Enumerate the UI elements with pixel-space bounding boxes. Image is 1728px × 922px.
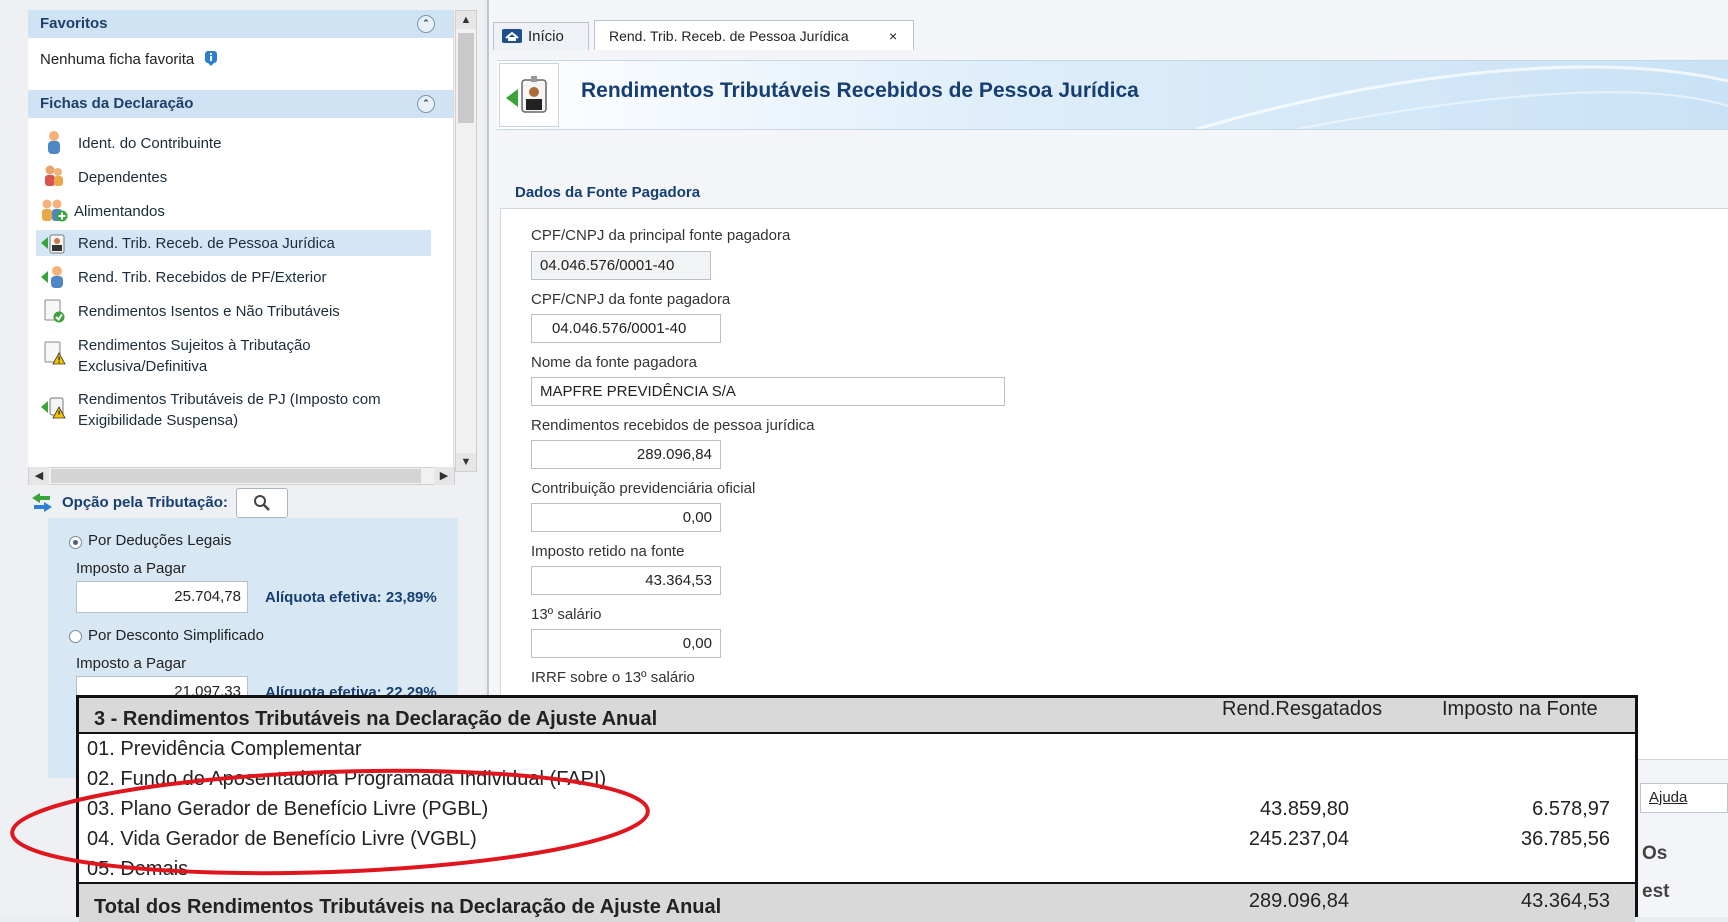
swap-arrows-icon	[32, 493, 52, 512]
favorites-title: Favoritos	[40, 15, 108, 32]
sidebar-item-exigibilidade[interactable]: Rendimentos Tributáveis de PJ (Imposto c…	[40, 386, 453, 432]
sidebar-item-dependentes[interactable]: Dependentes	[40, 164, 453, 190]
row-rend-value: 245.237,04	[1248, 828, 1349, 850]
info-icon	[205, 51, 218, 66]
sidebar-item-label: Rendimentos Isentos e Não Tributáveis	[78, 303, 340, 320]
sidebar-item-label: Rend. Trib. Recebidos de PF/Exterior	[78, 269, 327, 286]
imposto-pagar-label: Imposto a Pagar	[76, 560, 187, 577]
fichas-title: Fichas da Declaração	[40, 95, 194, 112]
imposto-field[interactable]: 43.364,53	[531, 566, 721, 595]
page-icon	[499, 63, 559, 127]
sidebar-item-label: Dependentes	[78, 169, 168, 186]
sidebar-item-rend-pf[interactable]: Rend. Trib. Recebidos de PF/Exterior	[40, 264, 453, 290]
highlight-ellipse	[10, 768, 650, 876]
tab-rend-pj[interactable]: Rend. Trib. Receb. de Pessoa Jurídica ×	[594, 20, 914, 50]
search-button[interactable]	[236, 488, 288, 518]
imposto-pagar-deducoes: 25.704,78	[76, 581, 248, 613]
cnpj-label: CPF/CNPJ da fonte pagadora	[531, 291, 731, 308]
sidebar-item-contribuinte[interactable]: Ident. do Contribuinte	[40, 130, 453, 156]
row-imposto-value: 36.785,56	[1521, 828, 1610, 850]
option-title: Opção pela Tributação:	[62, 494, 228, 511]
tab-label: Rend. Trib. Receb. de Pessoa Jurídica	[609, 28, 849, 44]
sidebar-item-label: Rendimentos Tributáveis de PJ (Imposto c…	[78, 391, 381, 429]
sidebar-item-exclusiva[interactable]: Rendimentos Sujeitos à Tributação Exclus…	[40, 332, 453, 378]
sidebar-item-alimentandos[interactable]: Alimentandos	[40, 198, 453, 224]
collapse-icon[interactable]: ⌃	[417, 95, 435, 113]
favorites-header[interactable]: Favoritos ⌃	[28, 10, 453, 38]
sidebar-item-isentos[interactable]: Rendimentos Isentos e Não Tributáveis	[40, 298, 453, 324]
simplificado-label: Por Desconto Simplificado	[88, 627, 264, 644]
payer-warning-icon	[41, 397, 66, 419]
row-rend-value: 43.859,80	[1260, 798, 1349, 820]
person-icon	[48, 131, 60, 154]
tab-inicio[interactable]: Início	[493, 22, 589, 50]
magnifier-icon	[254, 495, 270, 511]
radio-simplificado[interactable]	[69, 630, 82, 643]
scroll-up-icon[interactable]: ▲	[456, 11, 476, 29]
payer-form: CPF/CNPJ da principal fonte pagadora 04.…	[500, 208, 1728, 760]
help-label: Ajuda	[1649, 789, 1688, 806]
col-imposto-fonte: Imposto na Fonte	[1442, 698, 1598, 720]
sidebar-item-rend-pj[interactable]: Rend. Trib. Receb. de Pessoa Jurídica	[36, 230, 431, 256]
home-icon	[502, 29, 522, 43]
cnpj-field[interactable]: 04.046.576/0001-40	[531, 314, 721, 343]
irrf13-label: IRRF sobre o 13º salário	[531, 669, 695, 686]
document-check-icon	[44, 299, 65, 323]
payer-badge-icon	[506, 76, 547, 113]
sidebar-vertical-scrollbar[interactable]: ▲ ▼	[455, 10, 477, 472]
total-label: Total dos Rendimentos Tributáveis na Dec…	[94, 896, 722, 918]
scroll-right-icon[interactable]: ▶	[434, 467, 454, 485]
aliquota-deducoes: Alíquota efetiva: 23,89%	[265, 589, 437, 606]
tab-label: Início	[528, 28, 564, 45]
people-add-icon	[42, 199, 68, 222]
imposto-pagar-label: Imposto a Pagar	[76, 655, 187, 672]
table-title: 3 - Rendimentos Tributáveis na Declaraçã…	[94, 708, 658, 730]
page-title: Rendimentos Tributáveis Recebidos de Pes…	[581, 79, 1139, 102]
rendimentos-field[interactable]: 289.096,84	[531, 440, 721, 469]
rendimentos-label: Rendimentos recebidos de pessoa jurídica	[531, 417, 815, 434]
imposto-label: Imposto retido na fonte	[531, 543, 685, 560]
salario13-field[interactable]: 0,00	[531, 629, 721, 658]
document-warning-icon	[44, 341, 66, 365]
payer-badge-icon	[41, 234, 65, 254]
fichas-header[interactable]: Fichas da Declaração ⌃	[28, 90, 453, 118]
sidebar-item-label: Rendimentos Sujeitos à Tributação Exclus…	[78, 337, 311, 375]
sidebar-horizontal-scrollbar[interactable]: ◀ ▶	[28, 467, 455, 485]
favorites-empty-text: Nenhuma ficha favorita	[40, 51, 195, 68]
nome-field[interactable]: MAPFRE PREVIDÊNCIA S/A	[531, 377, 1005, 406]
side-text-1: Os	[1642, 843, 1668, 864]
collapse-icon[interactable]: ⌃	[417, 15, 435, 33]
total-imposto-value: 43.364,53	[1521, 890, 1610, 912]
section-title: Dados da Fonte Pagadora	[515, 184, 701, 201]
page-banner: Rendimentos Tributáveis Recebidos de Pes…	[497, 60, 1728, 130]
salario13-label: 13º salário	[531, 606, 602, 623]
scroll-thumb[interactable]	[51, 469, 421, 483]
favorites-empty: Nenhuma ficha favorita	[40, 50, 218, 68]
col-rend-resgatados: Rend.Resgatados	[1222, 698, 1383, 720]
row-imposto-value: 6.578,97	[1532, 798, 1610, 820]
sidebar-item-label: Rend. Trib. Receb. de Pessoa Jurídica	[78, 235, 335, 252]
scroll-down-icon[interactable]: ▼	[456, 453, 476, 471]
nome-label: Nome da fonte pagadora	[531, 354, 697, 371]
sidebar-scroll-area: Favoritos ⌃ Nenhuma ficha favorita Ficha…	[28, 10, 454, 470]
total-rend-value: 289.096,84	[1248, 890, 1349, 912]
close-icon[interactable]: ×	[889, 22, 897, 50]
family-icon	[45, 165, 63, 186]
contribuicao-label: Contribuição previdenciária oficial	[531, 480, 756, 497]
principal-cnpj-field: 04.046.576/0001-40	[531, 251, 711, 280]
principal-cnpj-label: CPF/CNPJ da principal fonte pagadora	[531, 227, 791, 244]
radio-deducoes[interactable]	[69, 536, 82, 549]
payer-person-icon	[41, 266, 63, 288]
help-button[interactable]: Ajuda	[1640, 783, 1728, 813]
scroll-left-icon[interactable]: ◀	[29, 467, 49, 485]
side-text-2: est	[1642, 881, 1670, 902]
table-header: 3 - Rendimentos Tributáveis na Declaraçã…	[79, 698, 1635, 734]
sidebar-item-label: Alimentandos	[74, 203, 165, 220]
table-total-row: Total dos Rendimentos Tributáveis na Dec…	[79, 882, 1635, 922]
scroll-thumb[interactable]	[458, 33, 474, 123]
deducoes-label: Por Deduções Legais	[88, 532, 232, 549]
contribuicao-field[interactable]: 0,00	[531, 503, 721, 532]
sidebar-item-label: Ident. do Contribuinte	[78, 135, 222, 152]
